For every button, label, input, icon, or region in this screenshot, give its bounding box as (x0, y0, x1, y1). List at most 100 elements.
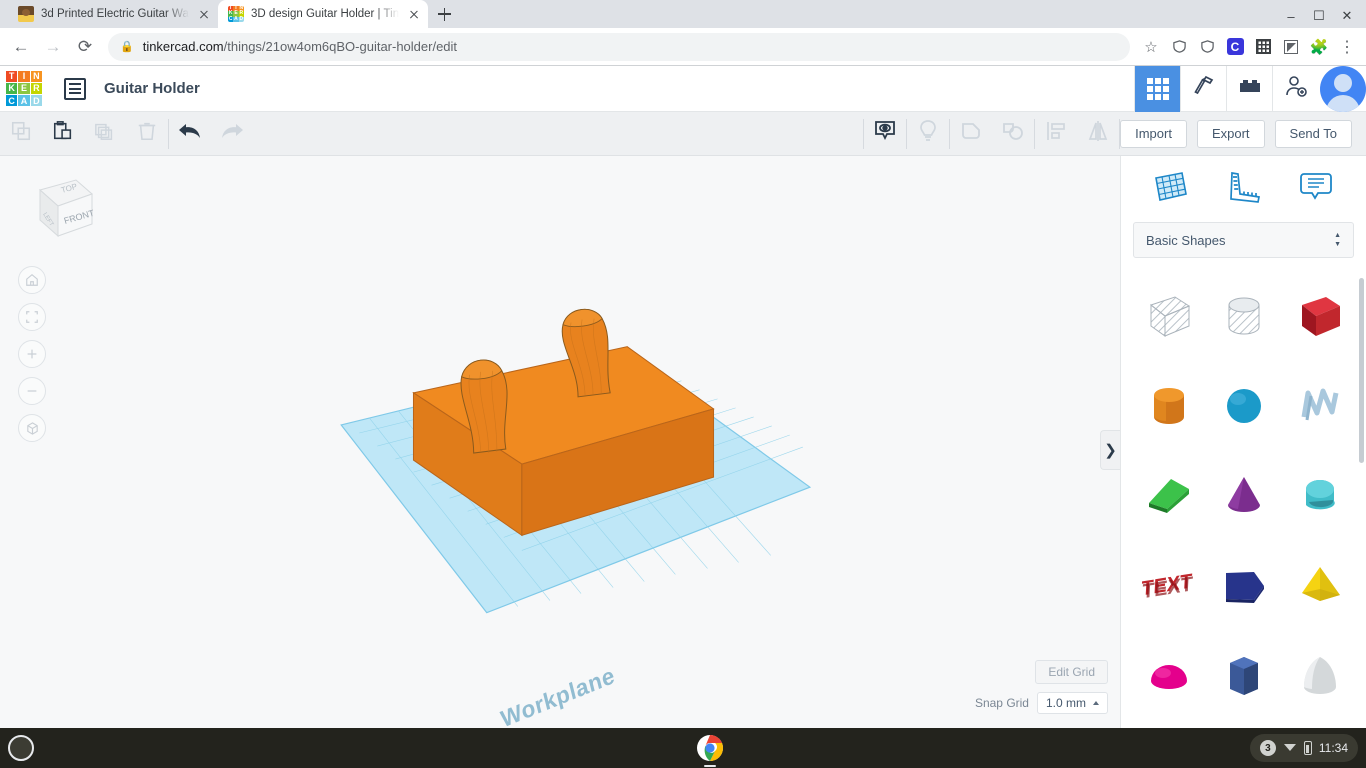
tab-note[interactable] (1293, 164, 1339, 210)
shape-box[interactable] (1282, 272, 1358, 362)
snap-grid-value: 1.0 mm (1045, 696, 1086, 710)
avatar[interactable] (1320, 65, 1366, 112)
3d-scene[interactable] (0, 156, 1120, 728)
close-window-button[interactable]: ✕ (1334, 8, 1360, 24)
send-to-button[interactable]: Send To (1274, 119, 1352, 148)
home-view-button[interactable] (18, 266, 46, 294)
shield-icon[interactable] (1166, 34, 1192, 60)
zoom-out-button[interactable] (18, 377, 46, 405)
shape-polygon[interactable] (1207, 542, 1283, 632)
duplicate-button[interactable] (84, 112, 126, 156)
export-button[interactable]: Export (1196, 119, 1265, 148)
browser-tab-2-title: 3D design Guitar Holder | Tinkerc (251, 8, 399, 20)
group-button[interactable] (950, 112, 992, 156)
shape-pyramid[interactable] (1282, 542, 1358, 632)
view-cube[interactable]: TOP FRONT LEFT (18, 170, 98, 250)
shape-scribble[interactable] (1282, 362, 1358, 452)
tinker-button[interactable] (1180, 65, 1226, 112)
tab-ruler[interactable] (1220, 164, 1266, 210)
project-list-icon[interactable] (64, 77, 86, 100)
shape-cylinder[interactable] (1131, 362, 1207, 452)
share-screenshot-icon[interactable] (1278, 34, 1304, 60)
mirror-button[interactable] (1077, 112, 1119, 156)
shape-hexagon-prism[interactable] (1207, 632, 1283, 722)
browser-tab-1[interactable]: 3d Printed Electric Guitar Wall M (8, 0, 218, 28)
import-button[interactable]: Import (1120, 119, 1187, 148)
colorzilla-icon[interactable]: C (1222, 34, 1248, 60)
delete-button[interactable] (126, 112, 168, 156)
tinkercad-logo[interactable]: T I N K E R C A D (2, 67, 46, 111)
shape-sphere[interactable] (1207, 362, 1283, 452)
battery-icon (1303, 741, 1312, 755)
maximize-window-button[interactable]: ☐ (1306, 8, 1332, 24)
browser-tab-2[interactable]: TIN KER CAD 3D design Guitar Holder | Ti… (218, 0, 428, 28)
taskbar-clock: 11:34 (1318, 741, 1348, 755)
zoom-in-button[interactable] (18, 340, 46, 368)
shape-grid: TEXT TEXT (1121, 268, 1366, 728)
photo-favicon (18, 6, 34, 22)
redo-button[interactable] (211, 112, 253, 156)
page-title[interactable]: Guitar Holder (104, 80, 200, 97)
shape-wedge[interactable] (1131, 452, 1207, 542)
main-area: Workplane TOP FRONT LEFT Edit Grid Snap … (0, 156, 1366, 728)
qr-code-icon[interactable] (1250, 34, 1276, 60)
taskbar-apps (0, 733, 1366, 767)
workplane-grid-icon (1155, 172, 1188, 201)
3d-viewport[interactable]: Workplane TOP FRONT LEFT Edit Grid Snap … (0, 156, 1120, 728)
blocks-button[interactable] (1226, 65, 1272, 112)
chrome-menu-icon[interactable]: ⋮ (1334, 34, 1360, 60)
undo-button[interactable] (169, 112, 211, 156)
address-bar[interactable]: 🔒 tinkercad.com/things/21ow4om6qBO-guita… (108, 32, 1130, 61)
notification-count-badge: 3 (1259, 740, 1276, 756)
undo-arrow-icon (177, 120, 203, 147)
trash-icon (136, 120, 158, 147)
chevron-up-icon (1093, 701, 1099, 705)
panel-scrollbar-thumb[interactable] (1359, 278, 1364, 463)
system-taskbar: 3 11:34 (0, 728, 1366, 768)
close-icon[interactable] (406, 6, 422, 22)
fit-view-button[interactable] (18, 303, 46, 331)
ungroup-button[interactable] (992, 112, 1034, 156)
invite-button[interactable] (1272, 65, 1318, 112)
app-header: T I N K E R C A D Guitar Holder (0, 65, 1366, 112)
minimize-window-button[interactable]: – (1278, 9, 1304, 24)
clipboard-icon (52, 120, 74, 147)
light-button[interactable] (907, 112, 949, 156)
docs-app-icon[interactable] (641, 733, 671, 763)
redo-arrow-icon (219, 120, 245, 147)
tab-shapes-grid[interactable] (1148, 164, 1194, 210)
panel-tab-bar (1121, 156, 1366, 218)
mirror-icon (1086, 120, 1110, 147)
system-status-tray[interactable]: 3 11:34 (1249, 734, 1358, 762)
copy-button[interactable] (0, 112, 42, 156)
show-hide-button[interactable] (864, 112, 906, 156)
ruler-icon (1230, 172, 1261, 203)
forward-button[interactable]: → (38, 32, 68, 62)
shape-library-select[interactable]: Basic Shapes ▲ ▼ (1133, 222, 1354, 258)
close-icon[interactable] (196, 6, 212, 22)
shape-box-hole[interactable] (1131, 272, 1207, 362)
grid-gallery-button[interactable] (1134, 65, 1180, 112)
browser-tab-strip: 3d Printed Electric Guitar Wall M TIN KE… (0, 0, 1366, 28)
edit-grid-button[interactable]: Edit Grid (1035, 660, 1108, 684)
shape-text[interactable]: TEXT TEXT (1131, 542, 1207, 632)
shape-round-roof[interactable] (1282, 452, 1358, 542)
shape-cylinder-hole[interactable] (1207, 272, 1283, 362)
paste-button[interactable] (42, 112, 84, 156)
reload-button[interactable]: ⟳ (70, 32, 100, 62)
shield-icon[interactable] (1194, 34, 1220, 60)
align-button[interactable] (1035, 112, 1077, 156)
grid-icon (1146, 77, 1169, 100)
snap-grid-select[interactable]: 1.0 mm (1036, 692, 1108, 714)
panel-collapse-handle[interactable]: ❯ (1100, 430, 1120, 470)
chrome-app-icon[interactable] (695, 733, 725, 767)
shape-library-value: Basic Shapes (1146, 232, 1226, 248)
extensions-puzzle-icon[interactable]: 🧩 (1306, 34, 1332, 60)
back-button[interactable]: ← (6, 32, 36, 62)
star-icon[interactable]: ☆ (1138, 34, 1164, 60)
ortho-perspective-button[interactable] (18, 414, 46, 442)
shape-paraboloid[interactable] (1282, 632, 1358, 722)
shape-half-sphere[interactable] (1131, 632, 1207, 722)
shape-cone[interactable] (1207, 452, 1283, 542)
new-tab-button[interactable] (430, 0, 458, 28)
